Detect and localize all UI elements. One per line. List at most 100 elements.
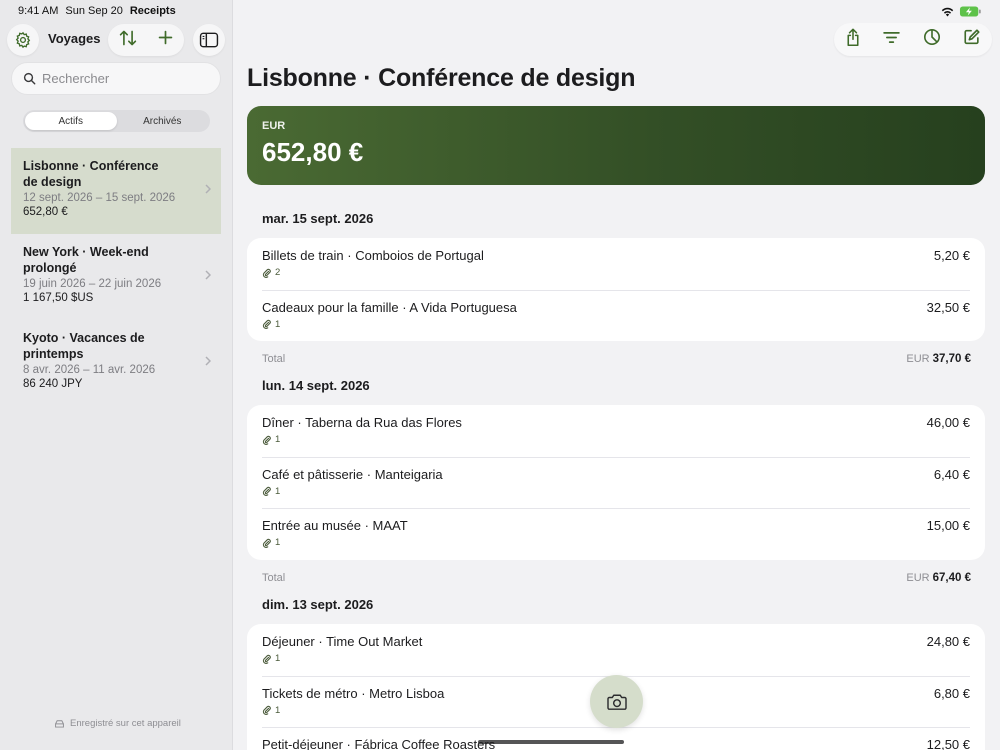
attachment-count-value: 1 [275,485,281,497]
page-title: Lisbonne · Conférence de design [247,64,636,92]
status-bar: 9:41 AM Sun Sep 20 Receipts [18,5,176,17]
sidebar-title: Voyages [48,31,101,46]
attachment-count: 1 [262,319,970,330]
receipt-name: Dîner · Taberna da Rua das Flores [262,415,462,430]
receipt-amount: 6,80 € [933,685,970,701]
receipt-name: Cadeaux pour la famille · A Vida Portugu… [262,299,517,315]
trip-dates: 19 juin 2026 – 22 juin 2026 [23,278,162,290]
day-total-label: Total [262,571,286,584]
trip-name: Kyoto · Vacances de printemps [23,331,145,361]
stats-button[interactable] [923,28,941,51]
day-total: Total EUR 37,70 € [247,341,985,373]
receipt-row[interactable]: Déjeuner · Time Out Market 24,80 € 1 [247,624,985,676]
receipt-row[interactable]: Entrée au musée · MAAT 15,00 € 1 [247,508,985,560]
receipt-list: Billets de train · Comboios de Portugal … [247,238,985,341]
receipt-row[interactable]: Dîner · Taberna da Rua das Flores 46,00 … [247,405,985,457]
share-button[interactable] [845,28,861,52]
attachment-count-value: 1 [275,434,281,445]
wifi-icon [941,7,954,16]
day-total-currency: EUR [906,353,930,365]
day-header: dim. 13 sept. 2026 [262,597,374,612]
receipt-amount: 46,00 € [926,415,970,430]
receipt-amount: 6,40 € [933,466,970,482]
filter-button[interactable] [883,31,901,49]
filter-lines-icon [883,31,901,43]
receipt-row[interactable]: Café et pâtisserie · Manteigaria 6,40 € … [247,456,985,509]
attachment-count-value: 1 [275,318,281,330]
day-section: lun. 14 sept. 2026 Dîner · Taberna da Ru… [247,378,985,592]
chevron-right-icon [205,184,211,194]
receipt-row[interactable]: Petit-déjeuner · Fábrica Coffee Roasters… [247,727,985,750]
attachment-count: 1 [262,653,970,664]
status-indicators [941,6,982,17]
main-toolbar [834,23,992,56]
receipt-name: Café et pâtisserie · Manteigaria [262,466,443,482]
battery-charging-icon [959,6,981,17]
receipt-row[interactable]: Cadeaux pour la famille · A Vida Portugu… [247,289,985,342]
plus-icon [158,30,173,45]
trip-list-item[interactable]: New York · Week-end prolongé 19 juin 202… [11,234,221,320]
paperclip-icon [262,705,271,715]
day-section: mar. 15 sept. 2026 Billets de train · Co… [247,211,985,373]
day-total-value: EUR 67,40 € [906,572,971,592]
sort-arrows-icon [119,30,136,45]
add-trip-button[interactable] [157,29,174,51]
trip-list-item[interactable]: Lisbonne · Conférence de design 12 sept.… [11,148,221,234]
receipt-row[interactable]: Billets de train · Comboios de Portugal … [247,238,985,290]
add-receipt-camera-button[interactable] [590,675,643,728]
camera-icon [606,694,627,710]
trip-dates: 8 avr. 2026 – 11 avr. 2026 [23,364,156,376]
status-app-name: Receipts [129,5,176,17]
settings-button[interactable] [7,24,39,56]
day-total-amount: 67,40 € [932,571,971,584]
total-currency: EUR [262,120,286,132]
trip-amount: 1 167,50 $US [23,292,94,304]
trip-dates: 12 sept. 2026 – 15 sept. 2026 [23,192,176,204]
receipt-name: Billets de train · Comboios de Portugal [262,248,484,263]
paperclip-icon [262,538,271,548]
search-input[interactable] [42,71,212,86]
attachment-count: 1 [262,486,970,497]
day-header: lun. 14 sept. 2026 [262,378,370,393]
trip-amount: 652,80 € [23,206,68,218]
storage-note-text: Enregistré sur cet appareil [70,718,181,729]
paperclip-icon [262,319,271,329]
paperclip-icon [262,654,271,664]
pie-chart-icon [923,28,940,46]
sort-button[interactable] [118,29,138,52]
day-total: Total EUR 67,40 € [247,560,985,592]
receipt-name: Déjeuner · Time Out Market [262,634,423,649]
drive-icon [55,720,64,728]
attachment-count-value: 2 [275,267,281,278]
trip-total-card: EUR 652,80 € [247,106,985,185]
edit-button[interactable] [963,28,981,51]
trip-name: New York · Week-end prolongé [23,245,149,275]
attachment-count-value: 1 [275,653,281,664]
receipt-amount: 5,20 € [933,248,970,263]
attachment-count-value: 1 [275,537,281,548]
day-header: mar. 15 sept. 2026 [262,211,374,226]
day-total-label: Total [262,353,286,365]
paperclip-icon [262,435,271,445]
attachment-count: 1 [262,537,970,548]
total-amount: 652,80 € [262,137,364,167]
home-indicator [478,740,624,744]
toggle-sidebar-button[interactable] [193,24,225,56]
compose-icon [964,29,980,45]
trip-amount: 86 240 JPY [23,378,83,390]
sidebar: 9:41 AM Sun Sep 20 Receipts Voyages Rech… [0,0,233,750]
segment-active[interactable]: Actifs [25,112,117,130]
receipt-name: Entrée au musée · MAAT [262,518,408,533]
sidebar-actions [108,24,184,56]
attachment-count: 2 [262,267,970,278]
segment-archived[interactable]: Archivés [117,112,209,130]
trip-list-item[interactable]: Kyoto · Vacances de printemps 8 avr. 202… [11,320,221,406]
gear-icon [15,31,31,49]
receipt-amount: 15,00 € [926,518,970,533]
search-icon [23,72,36,85]
sidebar-icon [199,32,219,48]
storage-note: Enregistré sur cet appareil [54,718,181,729]
attachment-count: 1 [262,434,970,445]
search-field[interactable] [11,62,221,95]
status-time: 9:41 AM [18,5,59,17]
